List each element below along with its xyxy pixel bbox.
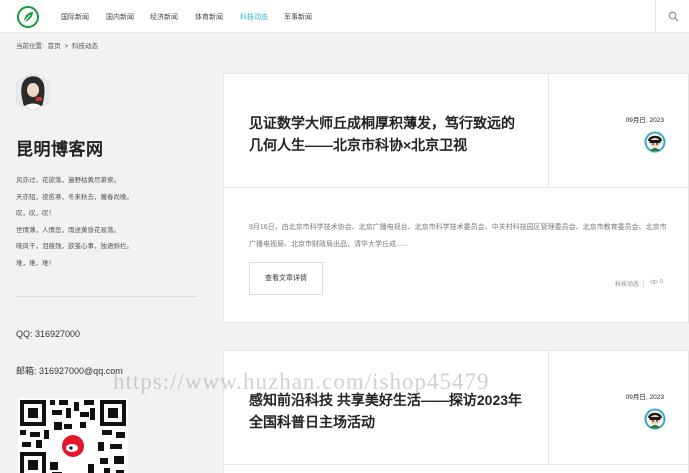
poem-line: 天亦短，夜愈寒，冬来秋去，暖春尚晚。: [16, 193, 133, 201]
post-card-header: 感知前沿科技 共享美好生活——探访2023年全国科普日主场活动 09月日, 20…: [224, 351, 689, 465]
contact-email: 邮箱: 316927000@qq.com: [16, 366, 123, 376]
author-avatar-icon[interactable]: [644, 408, 666, 430]
breadcrumb: 当前位置: 首页 > 科技动态: [16, 40, 100, 50]
site-title: 昆明博客网: [16, 140, 104, 159]
post-excerpt: 9月16日，由北京市科学技术协会、北京广播电视台、北京市科学技术委员会、中关村科…: [249, 224, 667, 248]
poem-line: 难，难，难！: [16, 259, 55, 267]
read-more-button[interactable]: 查看文章详情: [249, 262, 323, 295]
post-meta-column: 09月日, 2023: [548, 74, 689, 188]
post-meta-column: 09月日, 2023: [548, 351, 689, 465]
author-avatar-icon[interactable]: [644, 131, 666, 153]
sidebar-divider: [16, 296, 197, 297]
post-views-count: 0: [659, 279, 664, 286]
search-icon: [668, 11, 679, 22]
breadcrumb-home-link[interactable]: 首页: [48, 43, 61, 50]
meta-divider: [643, 280, 644, 287]
nav-item-sports[interactable]: 体育新闻: [195, 12, 223, 22]
top-navbar: 国际新闻 国内新闻 经济新闻 体育新闻 科技动态 军事新闻: [0, 0, 689, 33]
nav-item-domestic[interactable]: 国内新闻: [106, 12, 134, 22]
post-date: 09月日, 2023: [625, 394, 664, 401]
poem-line: 世情薄，人情恶，雨送黄昏花易落。: [16, 226, 120, 234]
eye-icon: [650, 279, 658, 285]
contact-qq: QQ: 316927000: [16, 329, 81, 339]
poem-line: 叹，叹，叹！: [16, 210, 55, 218]
qr-code-image: [18, 398, 128, 473]
post-date: 09月日, 2023: [625, 117, 664, 124]
post-title-link[interactable]: 见证数学大师丘成桐厚积薄发，笃行致远的几何人生——北京市科协×北京卫视: [249, 112, 524, 156]
nav-item-tech[interactable]: 科技动态: [240, 12, 268, 22]
sidebar-poem: 风亦过，花欲落，遍野枯黄尽萧索。 天亦短，夜愈寒，冬来秋去，暖春尚晚。 叹，叹，…: [16, 173, 133, 273]
breadcrumb-current[interactable]: 科技动态: [72, 43, 98, 50]
poem-line: 风亦过，花欲落，遍野枯黄尽萧索。: [16, 177, 120, 184]
leaf-logo-icon[interactable]: [17, 6, 39, 28]
poem-line: 晓风干，泪痕残，欲笺心事，独语斜栏。: [16, 243, 133, 251]
search-button[interactable]: [655, 0, 689, 33]
author-avatar[interactable]: [15, 72, 51, 112]
post-card-header: 见证数学大师丘成桐厚积薄发，笃行致远的几何人生——北京市科协×北京卫视 09月日…: [224, 74, 689, 188]
nav-item-international[interactable]: 国际新闻: [61, 12, 89, 22]
post-card: 见证数学大师丘成桐厚积薄发，笃行致远的几何人生——北京市科协×北京卫视 09月日…: [223, 73, 689, 323]
post-card: 感知前沿科技 共享美好生活——探访2023年全国科普日主场活动 09月日, 20…: [223, 350, 689, 473]
nav-item-economy[interactable]: 经济新闻: [150, 12, 178, 22]
breadcrumb-separator: >: [64, 43, 69, 50]
post-views: 0: [650, 279, 663, 286]
post-title-link[interactable]: 感知前沿科技 共享美好生活——探访2023年全国科普日主场活动: [249, 389, 524, 433]
sidebar: 昆明博客网 风亦过，花欲落，遍野枯黄尽萧索。 天亦短，夜愈寒，冬来秋去，暖春尚晚…: [0, 55, 223, 473]
post-category-link[interactable]: 科技动态: [615, 279, 639, 288]
breadcrumb-label: 当前位置:: [16, 43, 44, 50]
nav-item-military[interactable]: 军事新闻: [284, 12, 312, 22]
